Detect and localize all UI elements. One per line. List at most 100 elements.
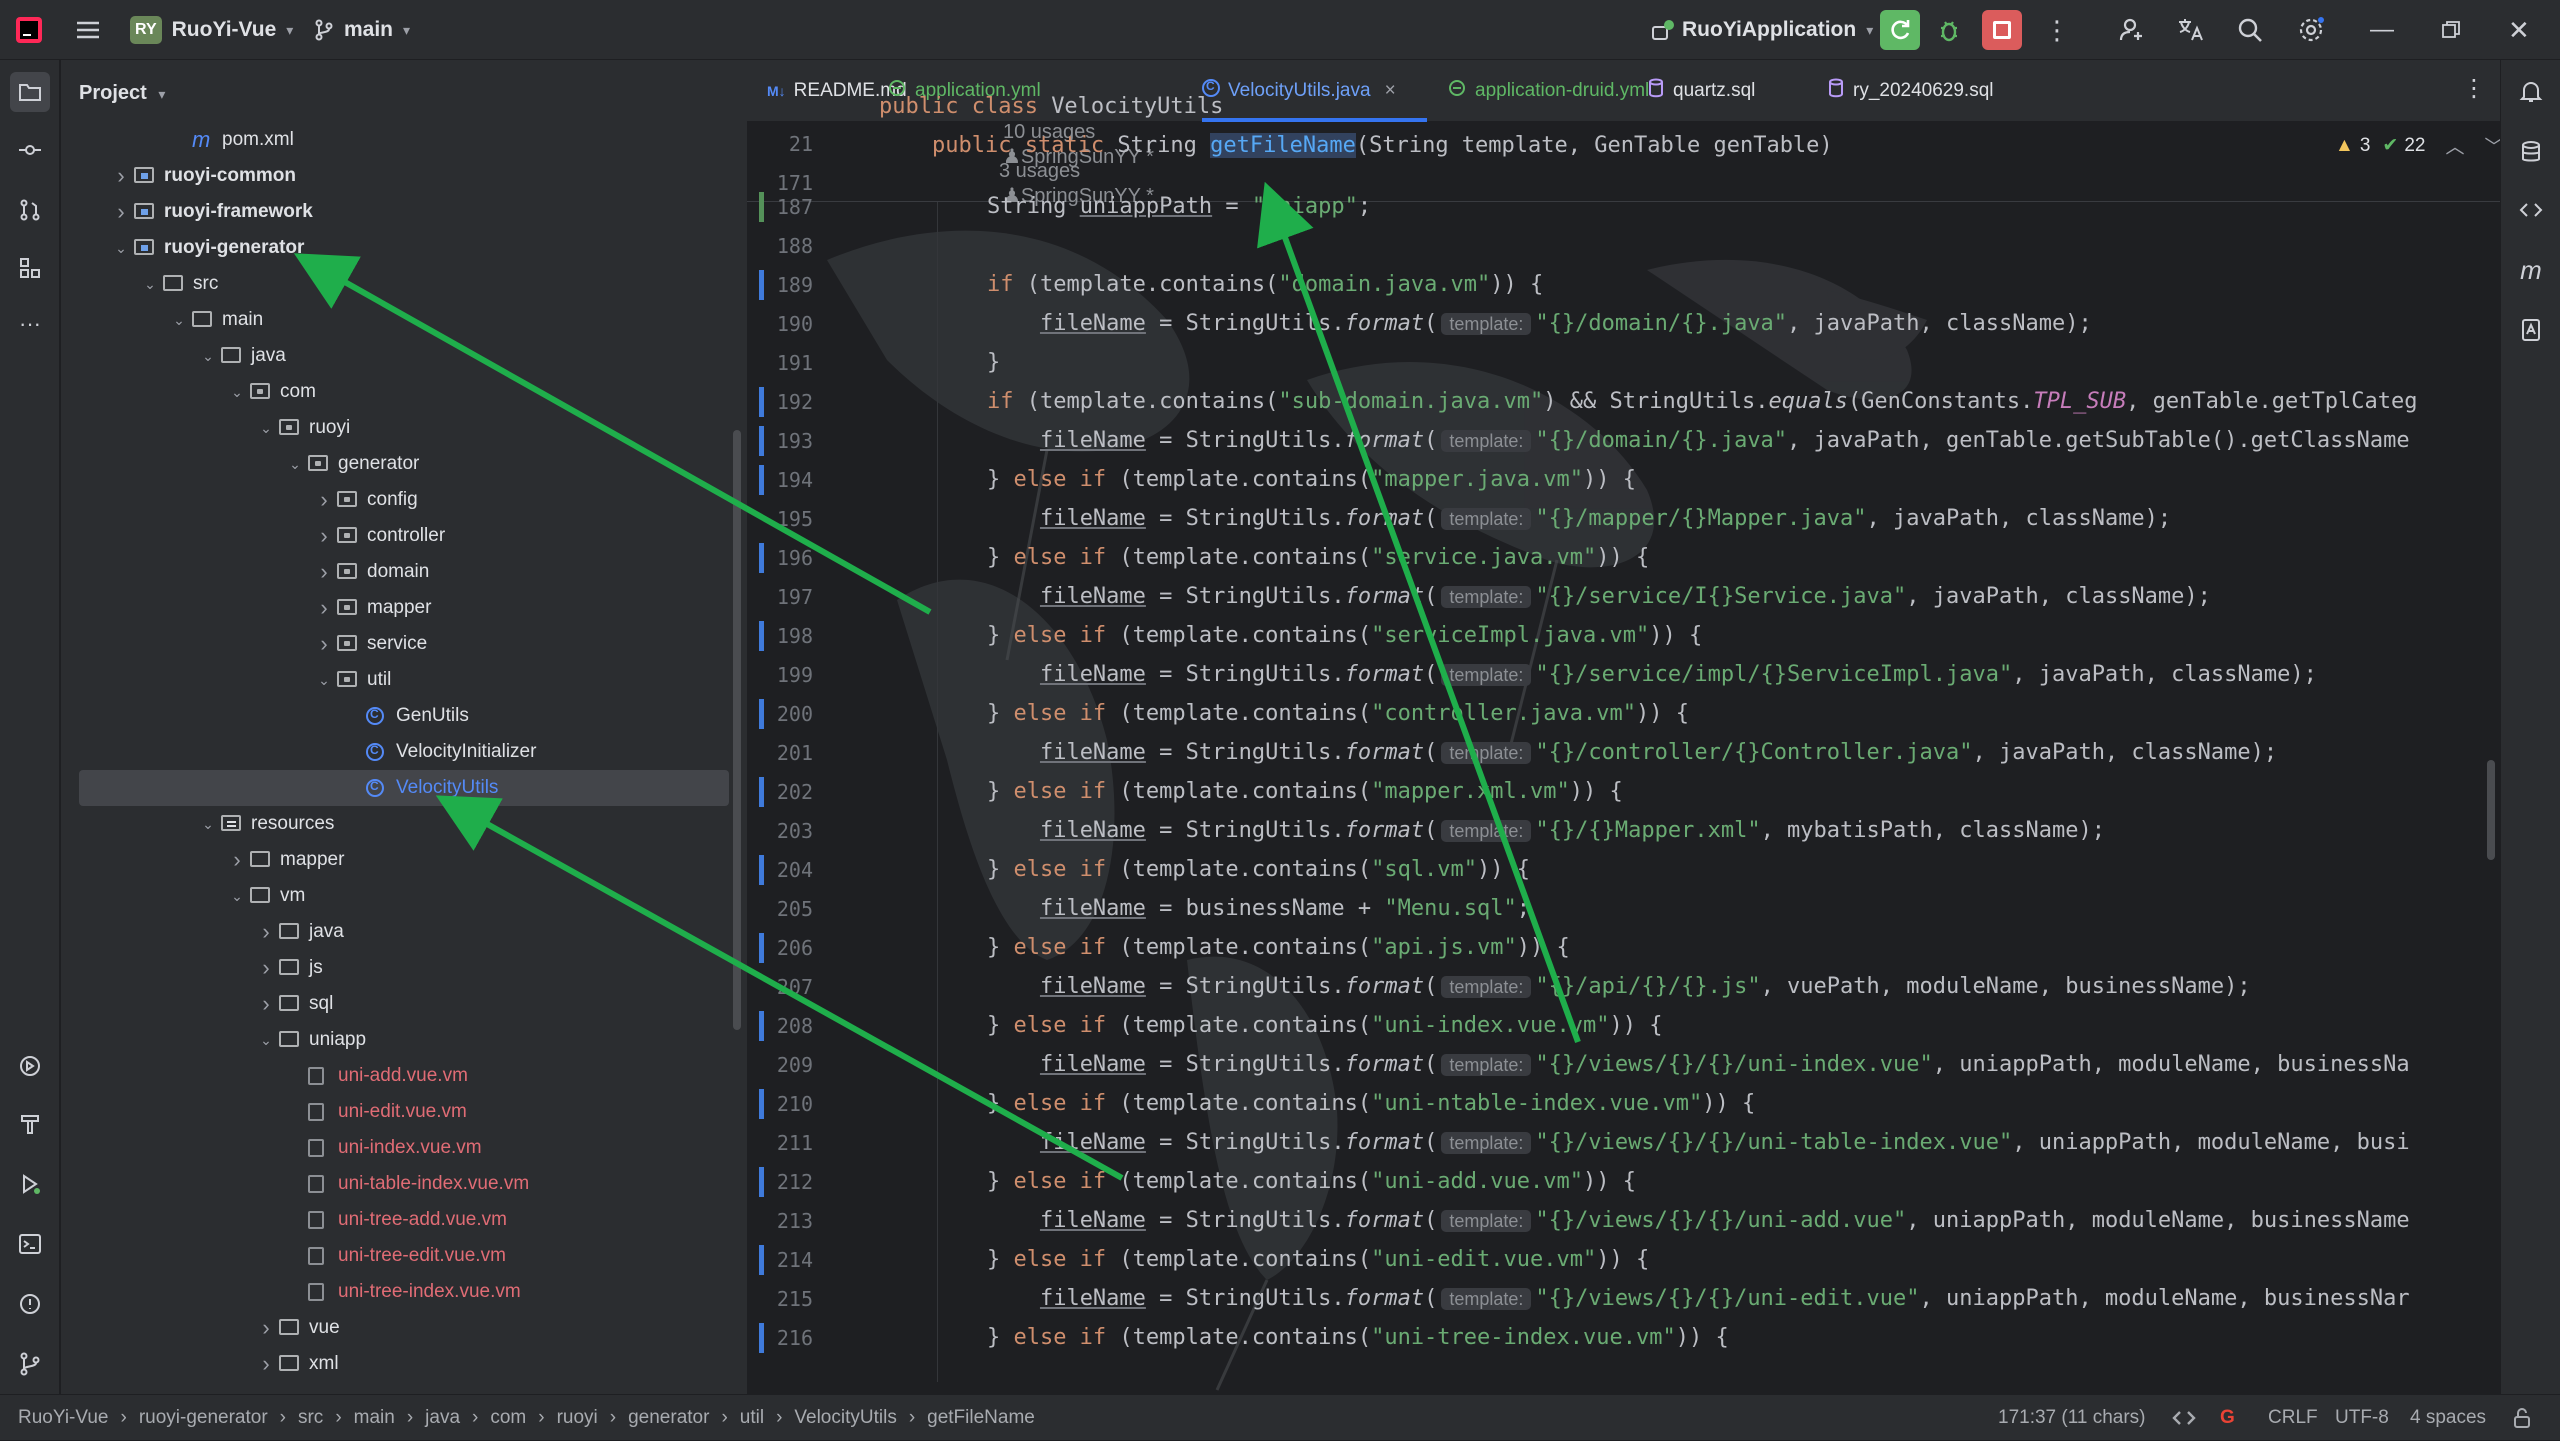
project-panel-header[interactable]: Project ▾	[79, 82, 165, 105]
breadcrumb-item[interactable]: VelocityUtils	[794, 1407, 896, 1429]
breadcrumb-item[interactable]: RuoYi-Vue	[18, 1407, 108, 1429]
tree-item[interactable]: uni-add.vue.vm	[79, 1058, 729, 1094]
editor-tab[interactable]: application-druid.yml	[1447, 60, 1649, 122]
tree-item[interactable]: › config	[79, 482, 729, 518]
tree-item[interactable]: › mapper	[79, 842, 729, 878]
tree-item[interactable]: m pom.xml	[79, 122, 729, 158]
pull-requests-icon[interactable]	[10, 190, 50, 230]
code-line[interactable]: 202 } else if (template.contains("mapper…	[747, 772, 2500, 811]
breadcrumb-item[interactable]: src	[298, 1407, 323, 1429]
tree-item[interactable]: VelocityInitializer	[79, 734, 729, 770]
tab-options-icon[interactable]: ⋮	[2462, 74, 2486, 103]
breadcrumb-item[interactable]: main	[354, 1407, 395, 1429]
breadcrumb-item[interactable]: java	[425, 1407, 460, 1429]
class-declaration[interactable]: VelocityUtils	[1051, 94, 1223, 119]
tree-item[interactable]: GenUtils	[79, 698, 729, 734]
tree-item[interactable]: ⌄ util	[79, 662, 729, 698]
notifications-bell-icon[interactable]	[2511, 72, 2551, 112]
chevron-right-icon[interactable]: ›	[311, 559, 337, 585]
editor-scrollbar[interactable]	[2487, 760, 2495, 860]
code-format-icon[interactable]	[2172, 1395, 2196, 1441]
chevron-right-icon[interactable]: ›	[311, 595, 337, 621]
code-line[interactable]: 207 fileName = StringUtils.format(templa…	[747, 967, 2500, 1006]
chevron-right-icon[interactable]: ›	[253, 1351, 279, 1377]
breadcrumb-item[interactable]: generator	[628, 1407, 709, 1429]
code-line[interactable]: 214 } else if (template.contains("uni-ed…	[747, 1240, 2500, 1279]
chevron-right-icon[interactable]: ›	[311, 523, 337, 549]
chevron-down-icon[interactable]: ⌄	[311, 672, 337, 689]
ai-assistant-icon[interactable]	[2511, 310, 2551, 350]
inspection-widget[interactable]: ▲3 ✔22 ︿ ﹀	[2335, 132, 2500, 159]
translate-icon[interactable]	[2176, 0, 2206, 60]
code-line[interactable]: 195 fileName = StringUtils.format(templa…	[747, 499, 2500, 538]
lock-icon[interactable]	[2512, 1395, 2532, 1441]
code-line[interactable]: 208 } else if (template.contains("uni-in…	[747, 1006, 2500, 1045]
git-icon[interactable]	[10, 1344, 50, 1384]
code-line[interactable]: 190 fileName = StringUtils.format(templa…	[747, 304, 2500, 343]
search-icon[interactable]	[2236, 0, 2264, 60]
chevron-right-icon[interactable]: ›	[311, 487, 337, 513]
code-line[interactable]: 216 } else if (template.contains("uni-tr…	[747, 1318, 2500, 1357]
tree-item[interactable]: uni-tree-add.vue.vm	[79, 1202, 729, 1238]
code-line[interactable]: 201 fileName = StringUtils.format(templa…	[747, 733, 2500, 772]
editor-tab[interactable]: VelocityUtils.java ×	[1202, 60, 1396, 122]
chevron-down-icon[interactable]: ⌄	[253, 1032, 279, 1049]
add-user-icon[interactable]	[2118, 0, 2146, 60]
build-hammer-icon[interactable]	[10, 1104, 50, 1144]
chevron-right-icon[interactable]: ›	[224, 847, 250, 873]
restore-icon[interactable]	[2440, 0, 2462, 60]
tree-item[interactable]: ⌄ uniapp	[79, 1022, 729, 1058]
code-line[interactable]: 192 if (template.contains("sub-domain.ja…	[747, 382, 2500, 421]
chevron-down-icon[interactable]: ⌄	[166, 312, 192, 329]
tree-item[interactable]: uni-index.vue.vm	[79, 1130, 729, 1166]
chevron-right-icon[interactable]: ›	[311, 631, 337, 657]
method-name[interactable]: getFileName	[1210, 132, 1356, 158]
breadcrumb-item[interactable]: util	[740, 1407, 764, 1429]
more-actions-icon[interactable]: ⋮	[2044, 0, 2070, 60]
code-line[interactable]: 204 } else if (template.contains("sql.vm…	[747, 850, 2500, 889]
breadcrumb-item[interactable]: ruoyi	[557, 1407, 598, 1429]
code-line[interactable]: 209 fileName = StringUtils.format(templa…	[747, 1045, 2500, 1084]
editor-tab[interactable]: ry_20240629.sql	[1827, 60, 1994, 122]
commit-icon[interactable]	[10, 130, 50, 170]
caret-position[interactable]: 171:37 (11 chars)	[1998, 1395, 2146, 1441]
close-window-icon[interactable]: ✕	[2508, 0, 2530, 60]
tree-item[interactable]: › service	[79, 626, 729, 662]
chevron-down-icon[interactable]: ⌄	[195, 348, 221, 365]
chevron-right-icon[interactable]: ›	[253, 955, 279, 981]
minimize-icon[interactable]: —	[2370, 0, 2394, 60]
code-line[interactable]: 200 } else if (template.contains("contro…	[747, 694, 2500, 733]
tree-item[interactable]: › ruoyi-framework	[79, 194, 729, 230]
code-line[interactable]: 187 String uniappPath = "uniapp";	[747, 187, 2500, 226]
tree-item[interactable]: › domain	[79, 554, 729, 590]
tree-item[interactable]: ⌄ generator	[79, 446, 729, 482]
chevron-down-icon[interactable]: ⌄	[253, 420, 279, 437]
breadcrumb-item[interactable]: ruoyi-generator	[139, 1407, 268, 1429]
settings-gear-icon[interactable]	[2296, 0, 2326, 60]
tree-item[interactable]: › js	[79, 950, 729, 986]
code-line[interactable]: 211 fileName = StringUtils.format(templa…	[747, 1123, 2500, 1162]
code-line[interactable]: 205 fileName = businessName + "Menu.sql"…	[747, 889, 2500, 928]
code-line[interactable]: 206 } else if (template.contains("api.js…	[747, 928, 2500, 967]
tree-item[interactable]: ⌄ com	[79, 374, 729, 410]
tree-item[interactable]: › sql	[79, 986, 729, 1022]
code-line[interactable]: 188	[747, 226, 2500, 265]
chevron-right-icon[interactable]: ›	[253, 1315, 279, 1341]
more-tools-icon[interactable]: ···	[10, 304, 50, 344]
chevron-up-icon[interactable]: ︿	[2445, 132, 2464, 159]
chevron-right-icon[interactable]: ›	[253, 991, 279, 1017]
tree-item[interactable]: ⌄ java	[79, 338, 729, 374]
tree-item[interactable]: › mapper	[79, 590, 729, 626]
debug-button[interactable]	[1935, 0, 1963, 60]
project-switcher[interactable]: RY RuoYi-Vue ▾	[130, 0, 293, 60]
terminal-icon[interactable]	[10, 1224, 50, 1264]
structure-icon[interactable]	[10, 248, 50, 288]
chevron-down-icon[interactable]: ⌄	[137, 276, 163, 293]
indent-setting[interactable]: 4 spaces	[2410, 1395, 2486, 1441]
branch-switcher[interactable]: main ▾	[312, 0, 410, 60]
code-line[interactable]: 196 } else if (template.contains("servic…	[747, 538, 2500, 577]
tree-item[interactable]: uni-table-index.vue.vm	[79, 1166, 729, 1202]
database-icon[interactable]	[2511, 132, 2551, 172]
tree-item[interactable]: ⌄ ruoyi-generator	[79, 230, 729, 266]
project-scrollbar[interactable]	[733, 430, 741, 1030]
